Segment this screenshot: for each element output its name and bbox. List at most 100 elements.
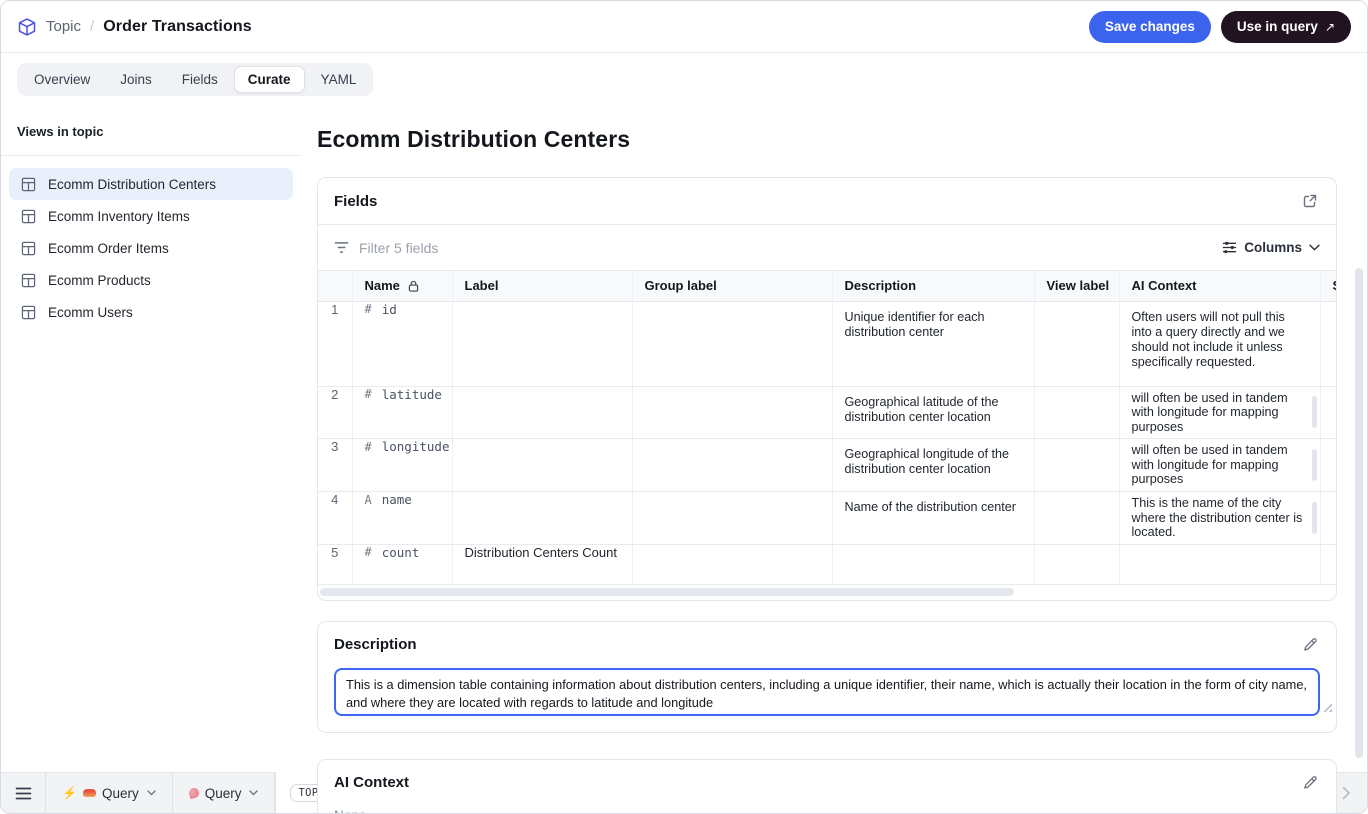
header-description[interactable]: Description (832, 271, 1035, 302)
view-item-label: Ecomm Distribution Centers (48, 176, 217, 192)
sidebar-item-ecomm-order-items[interactable]: Ecomm Order Items (9, 232, 293, 264)
description-textarea[interactable]: This is a dimension table containing inf… (334, 667, 1320, 716)
tab-overview[interactable]: Overview (20, 66, 104, 93)
group-label-cell[interactable] (632, 386, 833, 440)
row-number: 2 (318, 386, 353, 440)
description-cell[interactable] (832, 544, 1035, 585)
sidebar-views-in-topic: Views in topic Ecomm Distribution Center… (1, 106, 301, 772)
header-row-number (318, 271, 353, 302)
description-cell[interactable]: Geographical latitude of the distributio… (832, 386, 1035, 440)
columns-button[interactable]: Columns (1222, 240, 1320, 255)
truncated-cell[interactable] (1320, 491, 1336, 545)
label-cell[interactable] (452, 301, 633, 387)
edit-description-icon[interactable] (1300, 635, 1320, 655)
table-row-name[interactable]: 4 Aname Name of the distribution center … (318, 491, 1336, 545)
group-label-cell[interactable] (632, 491, 833, 545)
chevron-down-icon[interactable] (249, 790, 259, 796)
fields-filter-row: Columns (318, 224, 1336, 271)
header-name[interactable]: Name (352, 271, 453, 302)
view-label-cell[interactable] (1034, 386, 1120, 440)
view-label-cell[interactable] (1034, 491, 1120, 545)
name-cell[interactable]: # longitude (352, 438, 453, 493)
ai-context-cell[interactable] (1119, 544, 1321, 585)
table-row-latitude[interactable]: 2 # latitude Geographical latitude of the… (318, 386, 1336, 440)
truncated-cell[interactable] (1320, 544, 1336, 585)
group-label-cell[interactable] (632, 544, 833, 585)
name-cell[interactable]: Aname (352, 491, 453, 545)
header-group-label[interactable]: Group label (632, 271, 833, 302)
group-label-cell[interactable] (632, 301, 833, 387)
edit-ai-context-icon[interactable] (1300, 773, 1320, 793)
fields-card-header: Fields (318, 178, 1336, 224)
ai-context-card-header: AI Context (318, 760, 1336, 806)
cell-scrollbar[interactable] (1311, 449, 1317, 482)
ai-context-cell[interactable]: will often be used in tandem with longit… (1119, 438, 1321, 493)
header-view-label[interactable]: View label (1034, 271, 1120, 302)
table-row-id[interactable]: 1 # id Unique identifier for each distrib… (318, 301, 1336, 387)
name-cell[interactable]: # id (352, 301, 453, 387)
truncated-cell[interactable] (1320, 386, 1336, 440)
view-label-cell[interactable] (1034, 438, 1120, 493)
header-truncated[interactable]: S (1320, 271, 1336, 302)
page-breadcrumb-title: Order Transactions (103, 17, 252, 35)
tab-fields[interactable]: Fields (168, 66, 232, 93)
textarea-resize-handle[interactable] (1322, 701, 1332, 712)
description-card: Description This is a dimension table co… (317, 620, 1337, 733)
label-cell[interactable] (452, 438, 633, 493)
forward-chevron-button[interactable] (1338, 782, 1355, 804)
view-label-cell[interactable] (1034, 544, 1120, 585)
breadcrumb: Topic / Order Transactions (17, 17, 252, 37)
view-list: Ecomm Distribution Centers Ecomm Invento… (1, 156, 301, 328)
filter-fields-input[interactable] (359, 239, 1223, 256)
tab-joins[interactable]: Joins (106, 66, 166, 93)
cell-scrollbar[interactable] (1311, 396, 1317, 429)
description-cell[interactable]: Name of the distribution center (832, 491, 1035, 545)
use-in-query-button[interactable]: Use in query ↗ (1220, 10, 1351, 43)
label-cell[interactable] (452, 386, 633, 440)
footer-tab-query-1[interactable]: ⚡ Query (46, 773, 172, 813)
name-cell[interactable]: # count (352, 544, 453, 585)
name-cell[interactable]: # latitude (352, 386, 453, 440)
vertical-scrollbar[interactable] (1355, 268, 1363, 758)
view-label-cell[interactable] (1034, 301, 1120, 387)
footer-tab-query-2[interactable]: Query (173, 773, 275, 813)
header-ai-context[interactable]: AI Context (1119, 271, 1321, 302)
label-cell[interactable]: Distribution Centers Count (452, 544, 633, 585)
expand-fields-icon[interactable] (1300, 191, 1320, 211)
field-name: latitude (381, 386, 442, 402)
ai-context-card-title: AI Context (334, 774, 409, 792)
sidebar-item-ecomm-products[interactable]: Ecomm Products (9, 264, 293, 296)
page-title: Ecomm Distribution Centers (317, 126, 631, 152)
columns-button-label: Columns (1244, 240, 1302, 255)
ai-context-cell[interactable]: Often users will not pull this into a qu… (1119, 301, 1321, 387)
ai-context-cell[interactable]: This is the name of the city where the d… (1119, 491, 1321, 545)
description-cell[interactable]: Unique identifier for each distribution … (832, 301, 1035, 387)
chevron-down-icon[interactable] (147, 790, 156, 796)
cell-scrollbar[interactable] (1311, 501, 1317, 534)
save-changes-button[interactable]: Save changes (1088, 10, 1211, 43)
field-name: id (381, 301, 397, 317)
breadcrumb-separator: / (90, 18, 95, 35)
ai-context-cell[interactable]: will often be used in tandem with longit… (1119, 386, 1321, 440)
header-label[interactable]: Label (452, 271, 633, 302)
tab-curate[interactable]: Curate (233, 66, 305, 93)
tab-yaml[interactable]: YAML (307, 66, 371, 93)
sidebar-item-ecomm-distribution-centers[interactable]: Ecomm Distribution Centers (9, 168, 293, 200)
truncated-cell[interactable] (1320, 301, 1336, 387)
description-cell[interactable]: Geographical longitude of the distributi… (832, 438, 1035, 493)
menu-hamburger-icon[interactable] (1, 773, 45, 813)
row-number: 5 (318, 544, 353, 585)
description-card-header: Description (318, 622, 1336, 668)
view-item-label: Ecomm Order Items (48, 240, 169, 256)
breadcrumb-section[interactable]: Topic (46, 18, 81, 35)
label-cell[interactable] (452, 491, 633, 545)
table-row-longitude[interactable]: 3 # longitude Geographical longitude of t… (318, 438, 1336, 493)
truncated-cell[interactable] (1320, 438, 1336, 493)
sidebar-item-ecomm-users[interactable]: Ecomm Users (9, 296, 293, 328)
group-label-cell[interactable] (632, 438, 833, 493)
table-row-count[interactable]: 5 # count Distribution Centers Count (318, 544, 1336, 585)
view-item-label: Ecomm Inventory Items (48, 208, 190, 224)
number-type-icon: # (364, 439, 372, 454)
sidebar-item-ecomm-inventory-items[interactable]: Ecomm Inventory Items (9, 200, 293, 232)
horizontal-scrollbar[interactable] (320, 587, 1014, 596)
